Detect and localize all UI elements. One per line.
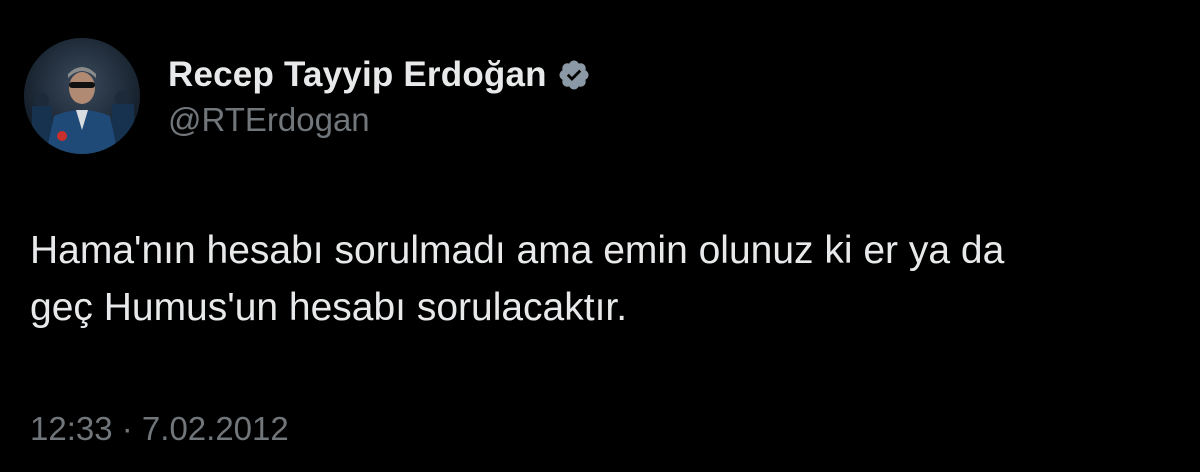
tweet-text: Hama'nın hesabı sorulmadı ama emin olunu… [30,229,1005,329]
author-names: Recep Tayyip Erdoğan @RTErdogan [168,53,591,139]
tweet-card: Recep Tayyip Erdoğan @RTErdogan Hama'nın… [0,0,1200,472]
timestamp-separator: · [112,410,142,447]
verified-badge-icon [557,58,591,92]
display-name[interactable]: Recep Tayyip Erdoğan [168,55,547,95]
tweet-timestamp[interactable]: 12:33 · 7.02.2012 [30,410,289,448]
display-name-row: Recep Tayyip Erdoğan [168,53,591,97]
author-handle[interactable]: @RTErdogan [168,101,591,139]
tweet-time: 12:33 [30,410,113,447]
tweet-date: 7.02.2012 [141,410,289,447]
avatar[interactable] [24,38,140,154]
tweet-header: Recep Tayyip Erdoğan @RTErdogan [24,36,591,156]
avatar-image [24,38,140,154]
